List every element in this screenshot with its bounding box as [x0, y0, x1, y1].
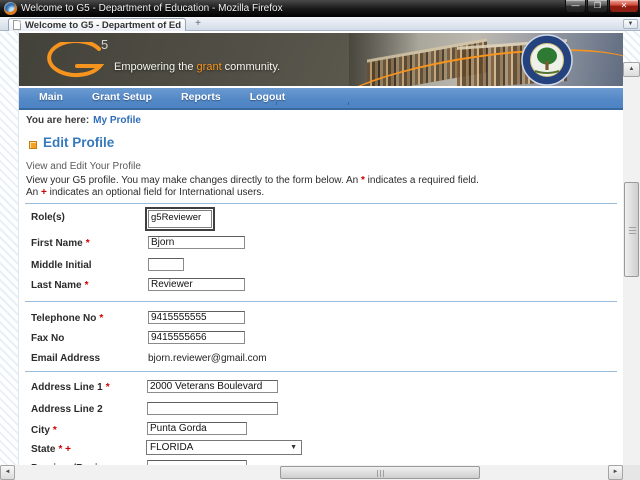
intro-line1-end: indicates a required field.: [364, 175, 479, 186]
required-mark: *: [99, 313, 104, 324]
tagline-post: community.: [221, 61, 281, 73]
doe-seal-icon: [521, 34, 573, 86]
intro-line1: View your G5 profile. You may make chang…: [26, 175, 361, 186]
fax-label-text: Fax No: [31, 333, 65, 344]
page-viewport: 5 Empowering the grant community. Main G…: [0, 31, 640, 465]
select-dropdown-arrow-icon: ▼: [290, 444, 297, 451]
address2-label-text: Address Line 2: [31, 404, 103, 415]
state-selected-value: FLORIDA: [150, 442, 194, 453]
last-name-label-text: Last Name: [31, 280, 82, 291]
roles-listbox[interactable]: g5Reviewer: [145, 207, 215, 231]
state-label: State * +: [31, 444, 71, 455]
address2-input[interactable]: [147, 402, 278, 415]
intro-text: View your G5 profile. You may make chang…: [26, 175, 616, 199]
main-navbar: Main Grant Setup Reports Logout: [19, 88, 623, 110]
email-value: bjorn.reviewer@gmail.com: [148, 353, 267, 364]
breadcrumb-prefix: You are here:: [26, 115, 90, 126]
vertical-scrollbar[interactable]: ▲ ▼: [623, 62, 640, 465]
horizontal-scrollbar[interactable]: ◄ ►: [0, 465, 623, 480]
page-title: Edit Profile: [43, 135, 115, 150]
address1-input[interactable]: [147, 380, 278, 393]
library-photo: [315, 33, 623, 86]
address1-label: Address Line 1 *: [31, 382, 110, 393]
scrollbar-grip: [629, 227, 636, 235]
first-name-label: First Name *: [31, 238, 90, 249]
breadcrumb: You are here: My Profile: [26, 115, 141, 126]
required-mark: *: [105, 382, 110, 393]
page-subtitle: View and Edit Your Profile: [26, 161, 141, 172]
tab-strip: Welcome to G5 - Department of Edu... + ▼: [0, 17, 640, 31]
middle-initial-label: Middle Initial: [31, 260, 92, 271]
state-label-text: State: [31, 444, 56, 455]
window-title: Welcome to G5 - Department of Education …: [21, 3, 283, 14]
tab-welcome-g5[interactable]: Welcome to G5 - Department of Edu...: [8, 18, 186, 31]
scrollbar-corner: [623, 465, 640, 480]
minimize-button[interactable]: —: [565, 0, 586, 13]
last-name-input[interactable]: [148, 278, 245, 291]
scroll-right-button[interactable]: ►: [608, 465, 623, 480]
roles-label-text: Role(s): [31, 212, 65, 223]
section-divider: [25, 371, 617, 372]
address2-label: Address Line 2: [31, 404, 103, 415]
required-mark: * +: [58, 444, 71, 455]
first-name-label-text: First Name: [31, 238, 83, 249]
new-tab-button[interactable]: +: [191, 19, 205, 29]
tagline-pre: Empowering the: [114, 61, 197, 73]
page-canvas: 5 Empowering the grant community. Main G…: [18, 31, 623, 465]
address1-label-text: Address Line 1: [31, 382, 103, 393]
close-button[interactable]: ✕: [609, 0, 639, 13]
email-label-text: Email Address: [31, 353, 101, 364]
fax-label: Fax No: [31, 333, 64, 344]
banner-tagline: Empowering the grant community.: [114, 61, 280, 73]
g5-logo-five: 5: [101, 37, 109, 52]
firefox-window: Welcome to G5 - Department of Education …: [0, 0, 640, 480]
scrollbar-grip: [377, 470, 385, 477]
middle-initial-input[interactable]: [148, 258, 184, 271]
last-name-label: Last Name *: [31, 280, 88, 291]
window-titlebar: Welcome to G5 - Department of Education …: [0, 0, 640, 17]
page-favicon-icon: [13, 20, 21, 30]
state-select[interactable]: FLORIDA ▼: [146, 440, 302, 455]
horizontal-scrollbar-thumb[interactable]: [280, 466, 480, 479]
g5-banner: 5 Empowering the grant community.: [19, 33, 623, 86]
window-controls: — ❐ ✕: [564, 0, 639, 13]
required-mark: *: [52, 425, 57, 436]
telephone-label-text: Telephone No: [31, 313, 97, 324]
fax-input[interactable]: [148, 331, 245, 344]
nav-item-grant-setup[interactable]: Grant Setup: [92, 91, 152, 103]
tagline-accent: grant: [196, 61, 222, 73]
section-bullet-icon: [29, 141, 37, 149]
list-tabs-button[interactable]: ▼: [623, 19, 638, 29]
breadcrumb-my-profile-link[interactable]: My Profile: [93, 115, 141, 126]
nav-item-main[interactable]: Main: [39, 91, 63, 103]
section-divider: [25, 203, 617, 204]
nav-item-logout[interactable]: Logout: [250, 91, 286, 103]
scroll-up-button[interactable]: ▲: [623, 62, 640, 77]
city-label: City *: [31, 425, 57, 436]
required-mark: *: [85, 238, 90, 249]
nav-separator: [348, 102, 349, 105]
section-divider: [25, 301, 617, 302]
city-label-text: City: [31, 425, 50, 436]
tab-title: Welcome to G5 - Department of Edu...: [25, 19, 181, 31]
g5-logo-icon: [47, 42, 105, 78]
maximize-button[interactable]: ❐: [587, 0, 608, 13]
scroll-left-button[interactable]: ◄: [0, 465, 15, 480]
required-mark: *: [84, 280, 89, 291]
nav-item-reports[interactable]: Reports: [181, 91, 221, 103]
email-label: Email Address: [31, 353, 100, 364]
intro-line2: An: [26, 187, 42, 198]
firefox-icon: [4, 2, 17, 15]
nav-separator: [276, 102, 277, 105]
middle-initial-label-text: Middle Initial: [31, 260, 92, 271]
first-name-input[interactable]: [148, 236, 245, 249]
roles-selected-option[interactable]: g5Reviewer: [148, 210, 212, 228]
city-input[interactable]: [147, 422, 247, 435]
telephone-input[interactable]: [148, 311, 245, 324]
telephone-label: Telephone No *: [31, 313, 103, 324]
roles-label: Role(s): [31, 212, 65, 223]
intro-line2-end: indicates an optional field for Internat…: [46, 187, 265, 198]
vertical-scrollbar-thumb[interactable]: [624, 182, 639, 277]
